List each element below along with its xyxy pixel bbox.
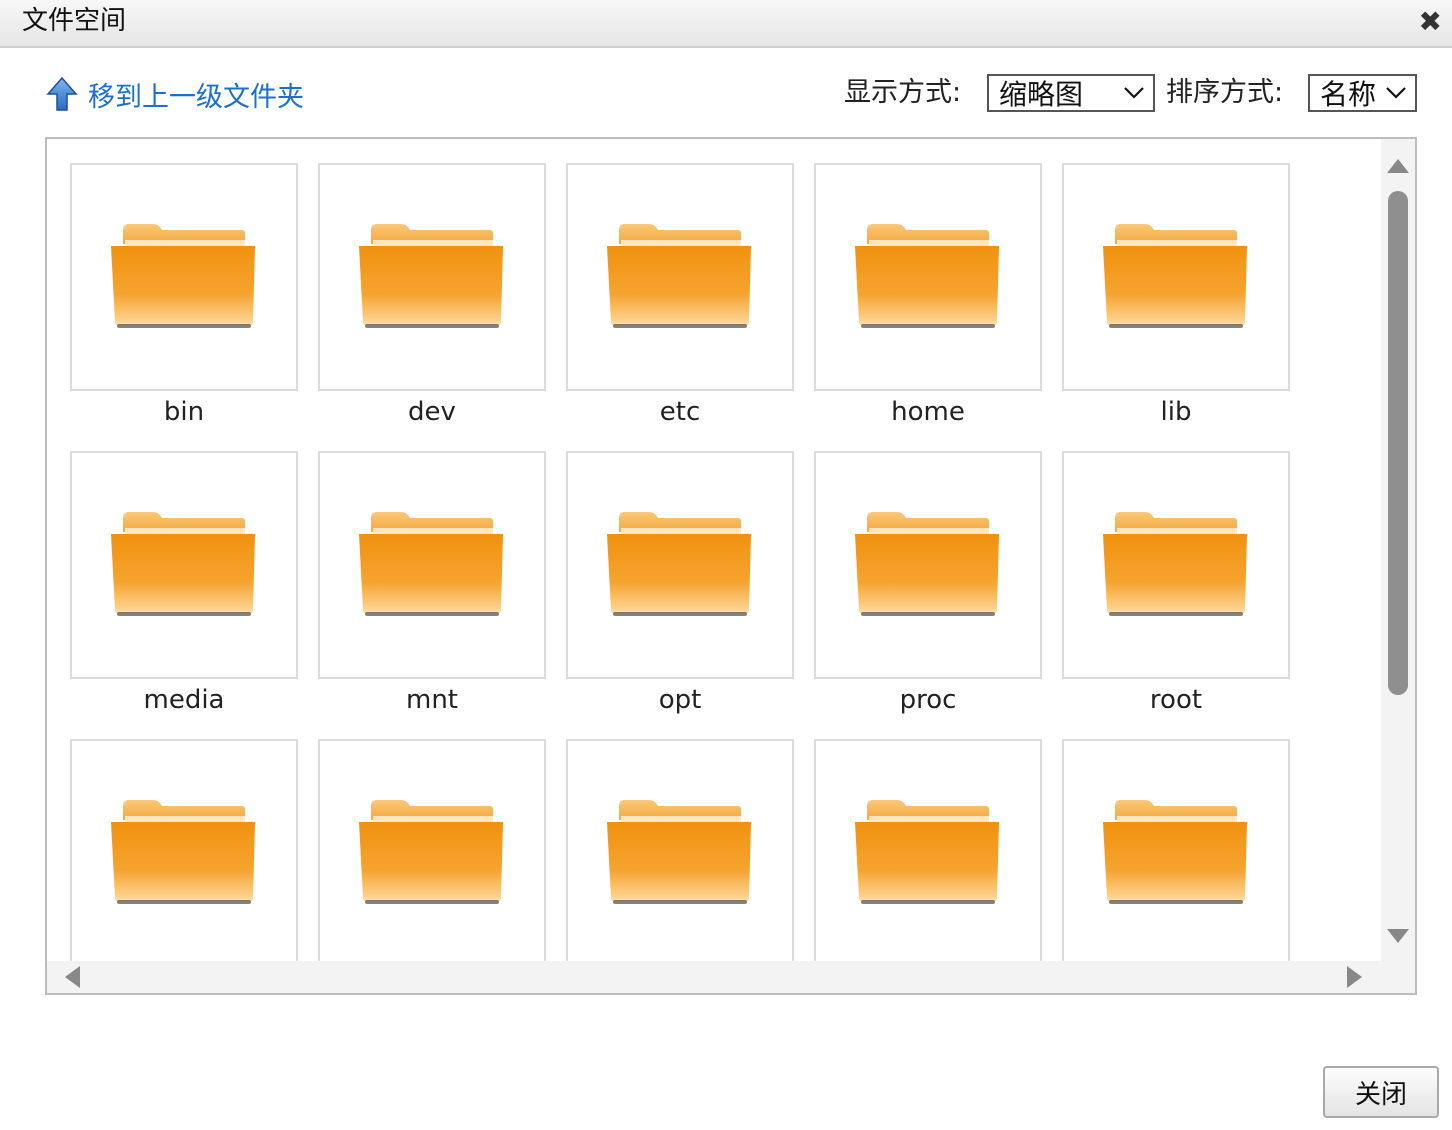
folder-thumbnail[interactable] — [814, 451, 1042, 679]
scroll-left-icon[interactable] — [65, 966, 80, 988]
folder-icon — [111, 224, 255, 328]
folder-thumbnail[interactable] — [566, 163, 794, 391]
folder-icon — [855, 512, 999, 616]
folder-item[interactable]: media — [70, 451, 298, 715]
up-arrow-icon — [46, 76, 78, 111]
folder-icon — [359, 512, 503, 616]
folder-item[interactable] — [318, 739, 546, 961]
folder-item[interactable]: dev — [318, 163, 546, 427]
folder-name: lib — [1160, 397, 1192, 427]
chevron-down-icon — [1386, 87, 1406, 99]
view-mode-label: 显示方式: — [844, 77, 962, 108]
sort-mode-label: 排序方式: — [1166, 77, 1284, 108]
folder-icon — [1103, 512, 1247, 616]
folder-thumbnail[interactable] — [814, 739, 1042, 961]
folder-name: opt — [658, 685, 702, 715]
folder-name: media — [143, 685, 225, 715]
sort-mode-select[interactable]: 名称 — [1308, 74, 1417, 112]
scroll-up-icon[interactable] — [1387, 159, 1409, 173]
folder-name: proc — [899, 685, 957, 715]
folder-item[interactable] — [814, 739, 1042, 961]
folder-thumbnail[interactable] — [318, 451, 546, 679]
folder-item[interactable]: mnt — [318, 451, 546, 715]
file-browser-panel: bin dev etc home lib media mnt opt proc … — [45, 137, 1417, 995]
scroll-right-icon[interactable] — [1347, 966, 1362, 988]
sort-mode-value: 名称 — [1320, 78, 1377, 111]
file-grid-viewport: bin dev etc home lib media mnt opt proc … — [47, 139, 1382, 961]
dialog-title: 文件空间 — [22, 6, 127, 36]
folder-item[interactable] — [1062, 739, 1290, 961]
scroll-down-icon[interactable] — [1387, 929, 1409, 943]
folder-thumbnail[interactable] — [566, 451, 794, 679]
folder-icon — [855, 224, 999, 328]
go-up-folder-link[interactable]: 移到上一级文件夹 — [46, 74, 304, 114]
dialog-titlebar: 文件空间 ✖ — [0, 0, 1452, 48]
view-mode-value: 缩略图 — [999, 78, 1084, 111]
folder-icon — [855, 800, 999, 904]
folder-icon — [607, 224, 751, 328]
folder-name: root — [1149, 685, 1203, 715]
folder-name: etc — [659, 397, 701, 427]
folder-name: home — [891, 397, 965, 427]
chevron-down-icon — [1124, 87, 1144, 99]
folder-icon — [1103, 224, 1247, 328]
folder-name: mnt — [406, 685, 458, 715]
close-button[interactable]: 关闭 — [1323, 1066, 1439, 1118]
folder-icon — [607, 512, 751, 616]
vertical-scroll-thumb[interactable] — [1388, 191, 1408, 695]
go-up-folder-label: 移到上一级文件夹 — [88, 81, 304, 113]
folder-item[interactable]: opt — [566, 451, 794, 715]
folder-thumbnail[interactable] — [566, 739, 794, 961]
folder-item[interactable]: root — [1062, 451, 1290, 715]
view-mode-select[interactable]: 缩略图 — [987, 74, 1155, 112]
folder-thumbnail[interactable] — [70, 451, 298, 679]
folder-item[interactable]: etc — [566, 163, 794, 427]
folder-icon — [111, 512, 255, 616]
folder-name: dev — [408, 397, 456, 427]
folder-item[interactable]: home — [814, 163, 1042, 427]
folder-thumbnail[interactable] — [318, 163, 546, 391]
close-icon[interactable]: ✖ — [1419, 6, 1442, 38]
folder-thumbnail[interactable] — [70, 739, 298, 961]
folder-icon — [359, 224, 503, 328]
file-grid: bin dev etc home lib media mnt opt proc … — [70, 163, 1290, 961]
folder-thumbnail[interactable] — [70, 163, 298, 391]
folder-item[interactable] — [70, 739, 298, 961]
scroll-corner — [1381, 961, 1415, 993]
folder-name: bin — [163, 397, 205, 427]
folder-thumbnail[interactable] — [1062, 163, 1290, 391]
folder-thumbnail[interactable] — [1062, 739, 1290, 961]
folder-item[interactable] — [566, 739, 794, 961]
folder-icon — [111, 800, 255, 904]
folder-thumbnail[interactable] — [1062, 451, 1290, 679]
folder-item[interactable]: proc — [814, 451, 1042, 715]
folder-icon — [607, 800, 751, 904]
folder-item[interactable]: bin — [70, 163, 298, 427]
folder-icon — [359, 800, 503, 904]
folder-thumbnail[interactable] — [814, 163, 1042, 391]
folder-thumbnail[interactable] — [318, 739, 546, 961]
folder-icon — [1103, 800, 1247, 904]
folder-item[interactable]: lib — [1062, 163, 1290, 427]
vertical-scrollbar[interactable] — [1381, 139, 1415, 961]
horizontal-scrollbar[interactable] — [47, 961, 1382, 993]
